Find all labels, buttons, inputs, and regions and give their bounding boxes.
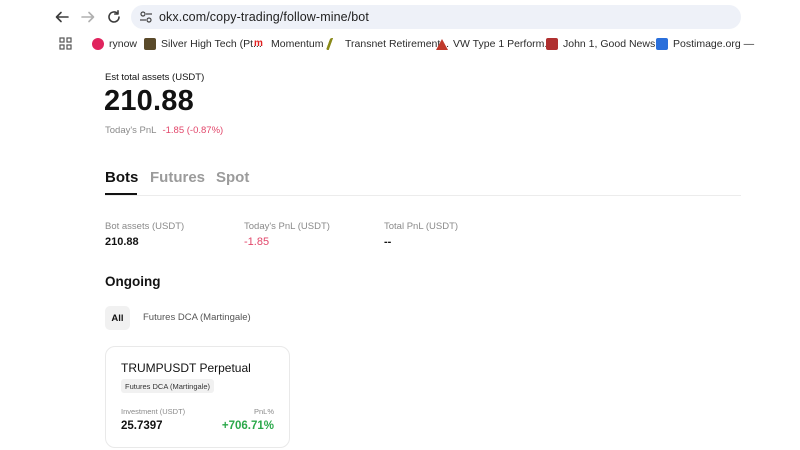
investment-value: 25.7397 — [121, 420, 163, 432]
total-assets-label: Est total assets (USDT) — [105, 72, 205, 83]
bookmark-label: John 1, Good News... — [563, 38, 664, 50]
tab-spot[interactable]: Spot — [216, 169, 249, 186]
stat-label: Total PnL (USDT) — [384, 221, 459, 232]
pnl-percent-label: PnL% — [253, 407, 274, 416]
stat-label: Today's PnL (USDT) — [244, 221, 330, 232]
total-assets-value: 210.88 — [104, 85, 194, 117]
reload-icon — [108, 10, 120, 23]
bookmark-label: Silver High Tech (Pt... — [161, 38, 262, 50]
stat-bot-assets: Bot assets (USDT) 210.88 — [105, 221, 184, 248]
bookmark-label: Momentum — [271, 38, 324, 50]
site-settings-icon[interactable] — [139, 10, 153, 24]
back-button[interactable] — [52, 7, 72, 27]
arrow-right-icon — [81, 11, 95, 23]
filter-all-button[interactable]: All — [105, 306, 130, 330]
stat-label: Bot assets (USDT) — [105, 221, 185, 232]
bot-type-badge: Futures DCA (Martingale) — [121, 379, 215, 393]
url-text[interactable]: okx.com/copy-trading/follow-mine/bot — [159, 10, 369, 24]
browser-toolbar: okx.com/copy-trading/follow-mine/bot — [0, 0, 800, 33]
tab-bots[interactable]: Bots — [105, 169, 138, 186]
bookmark-momentum[interactable]: m Momentum — [254, 36, 324, 52]
stat-todays-pnl: Today's PnL (USDT) -1.85 — [244, 221, 330, 248]
bookmark-vw-type-1[interactable]: VW Type 1 Perform... — [436, 36, 553, 52]
transnet-icon — [325, 38, 343, 50]
bookmarks-bar: rynow Silver High Tech (Pt... m Momentum… — [0, 33, 800, 55]
tabs-divider — [105, 195, 741, 196]
pnl-percent-value: +706.71% — [221, 420, 274, 432]
bookmark-label: VW Type 1 Perform... — [453, 38, 554, 50]
apps-grid-icon[interactable] — [59, 37, 72, 50]
address-bar[interactable]: okx.com/copy-trading/follow-mine/bot — [131, 5, 741, 29]
stat-value: 210.88 — [105, 236, 139, 248]
stat-total-pnl: Total PnL (USDT) -- — [384, 221, 458, 248]
todays-pnl-label: Today's PnL — [105, 125, 157, 136]
bookmark-silver-high-tech[interactable]: Silver High Tech (Pt... — [144, 36, 262, 52]
forward-button[interactable] — [78, 7, 98, 27]
bookmark-rynow[interactable]: rynow — [92, 36, 137, 52]
bookmark-transnet[interactable]: Transnet Retirement... — [325, 36, 450, 52]
tab-futures[interactable]: Futures — [150, 169, 205, 186]
arrow-left-icon — [55, 11, 69, 23]
bot-card[interactable]: TRUMPUSDT Perpetual Futures DCA (Marting… — [105, 346, 290, 448]
todays-pnl-value: -1.85 (-0.87%) — [162, 125, 224, 136]
bible-icon — [546, 38, 558, 50]
stat-value: -- — [384, 236, 392, 248]
postimage-icon — [656, 38, 668, 50]
silver-icon — [144, 38, 156, 50]
bookmark-good-news[interactable]: John 1, Good News... — [546, 36, 664, 52]
bookmark-label: Postimage.org — — [673, 38, 755, 50]
investment-label: Investment (USDT) — [121, 407, 186, 416]
filter-futures-dca-button[interactable]: Futures DCA (Martingale) — [143, 312, 251, 323]
bookmark-label: Transnet Retirement... — [345, 38, 450, 50]
bookmark-postimage[interactable]: Postimage.org — — [656, 36, 754, 52]
bookmark-label: rynow — [109, 38, 138, 50]
reload-button[interactable] — [104, 7, 124, 27]
todays-pnl-row: Today's PnL -1.85 (-0.87%) — [105, 125, 223, 136]
vw-icon — [436, 38, 448, 50]
ongoing-title: Ongoing — [105, 274, 161, 289]
stat-value: -1.85 — [244, 236, 270, 248]
page-content: Est total assets (USDT) 210.88 Today's P… — [0, 55, 800, 450]
rynow-icon — [92, 38, 104, 50]
bot-card-title: TRUMPUSDT Perpetual — [121, 361, 251, 375]
momentum-icon: m — [254, 38, 263, 49]
